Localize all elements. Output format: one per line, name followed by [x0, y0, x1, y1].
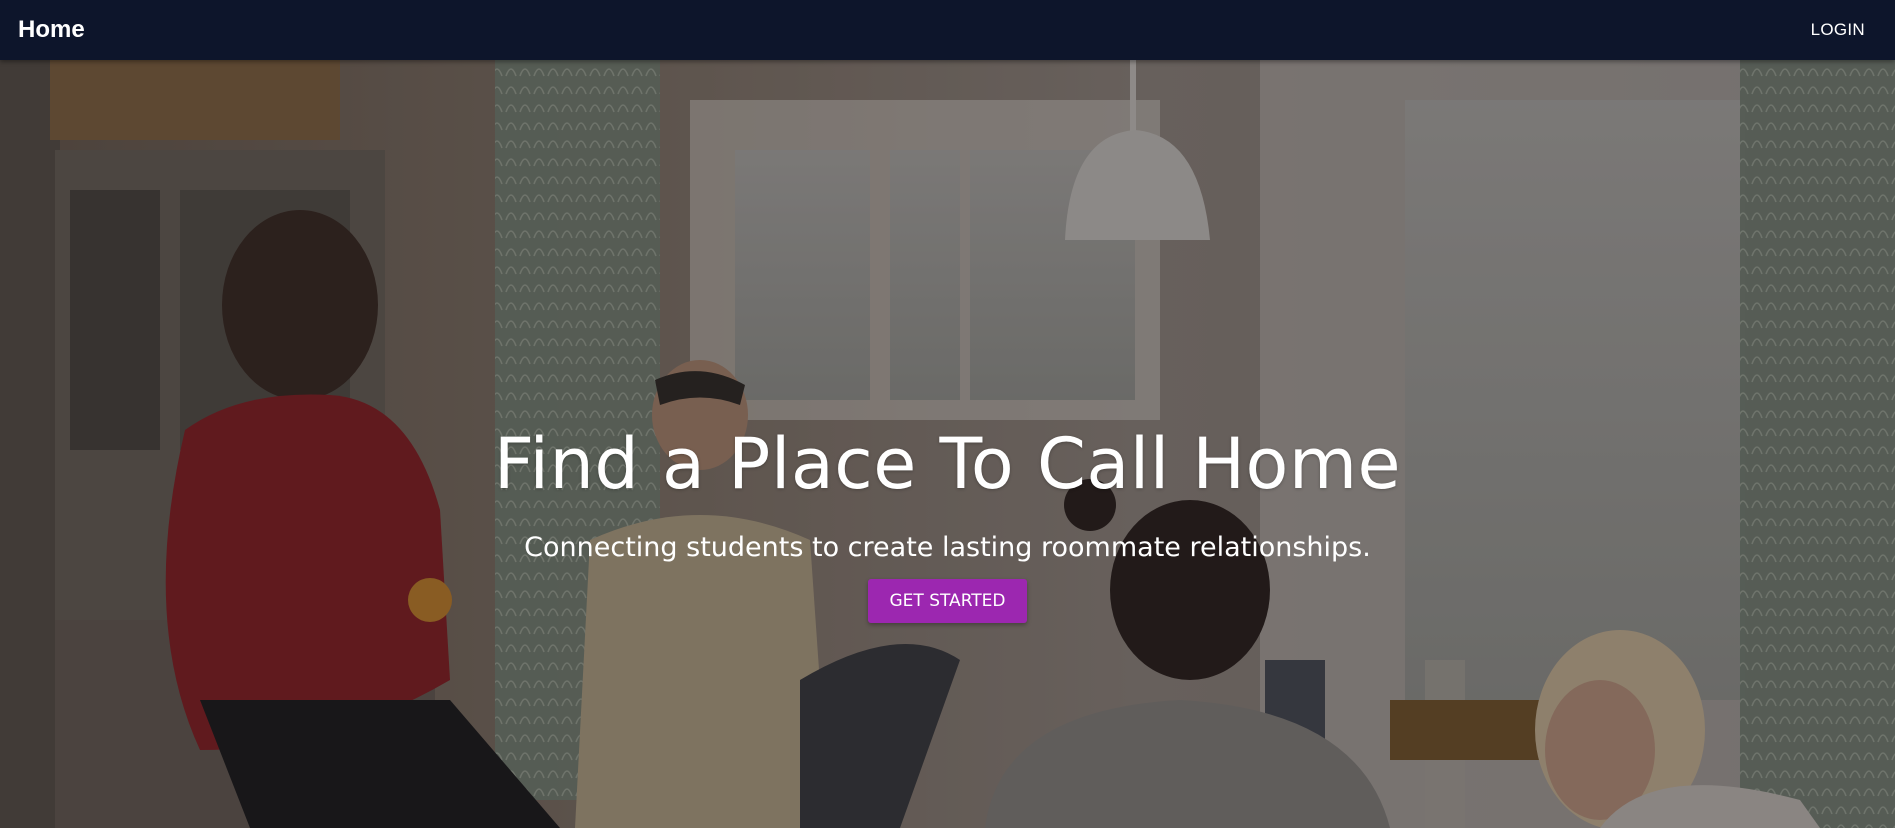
- hero-content: Find a Place To Call Home Connecting stu…: [0, 425, 1895, 623]
- hero-subtitle: Connecting students to create lasting ro…: [524, 532, 1371, 563]
- get-started-button[interactable]: GET STARTED: [867, 579, 1028, 623]
- login-link[interactable]: LOGIN: [1811, 20, 1865, 40]
- hero-section: Find a Place To Call Home Connecting stu…: [0, 60, 1895, 828]
- home-link[interactable]: Home: [18, 16, 85, 44]
- hero-title: Find a Place To Call Home: [493, 423, 1402, 505]
- top-navbar: Home LOGIN: [0, 0, 1895, 60]
